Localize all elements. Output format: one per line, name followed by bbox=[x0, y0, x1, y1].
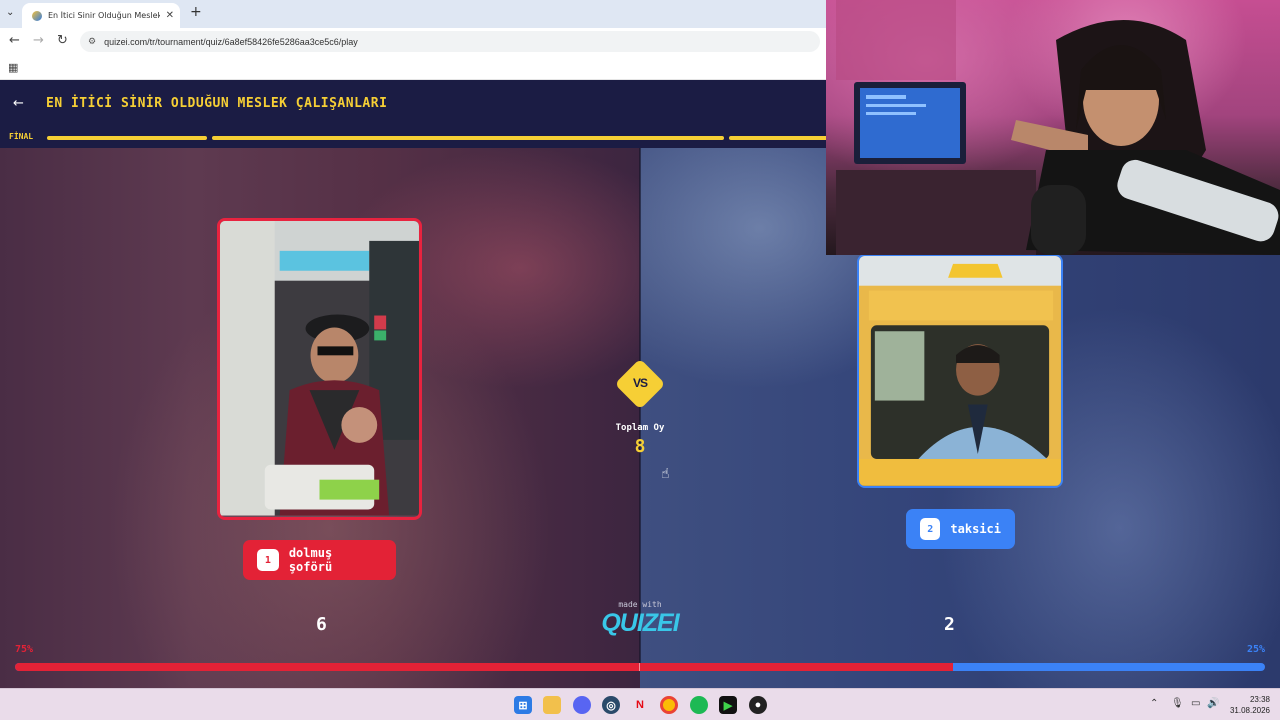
left-candidate-name-button[interactable]: 1 dolmuş şoförü bbox=[243, 540, 396, 580]
close-tab-icon[interactable]: ✕ bbox=[166, 10, 174, 21]
new-tab-plus-icon[interactable]: + bbox=[190, 4, 202, 20]
system-clock[interactable]: 23:38 31.08.2026 bbox=[1230, 694, 1270, 716]
reload-icon[interactable]: ↻ bbox=[57, 33, 68, 48]
left-candidate-image[interactable] bbox=[217, 218, 422, 520]
left-candidate-name: dolmuş şoförü bbox=[288, 546, 333, 574]
round-progress-segment bbox=[47, 136, 207, 140]
screen: ⌄ En İtici Sinir Olduğun Meslek Ç ✕ + ← … bbox=[0, 0, 1280, 720]
back-arrow-icon[interactable]: ← bbox=[9, 33, 20, 48]
quiz-title: EN İTİCİ SİNİR OLDUĞUN MESLEK ÇALIŞANLAR… bbox=[46, 96, 388, 111]
made-with-label: made with bbox=[618, 600, 662, 609]
round-label: FİNAL bbox=[9, 132, 34, 141]
vote-bar-midpoint bbox=[639, 663, 640, 671]
tab-title: En İtici Sinir Olduğun Meslek Ç bbox=[48, 11, 160, 20]
browser-tab[interactable]: En İtici Sinir Olduğun Meslek Ç ✕ bbox=[22, 3, 180, 28]
dolmus-driver-photo bbox=[220, 221, 419, 516]
favicon-icon bbox=[32, 10, 42, 21]
forward-arrow-icon[interactable]: → bbox=[33, 33, 44, 48]
clock-date: 31.08.2026 bbox=[1229, 706, 1270, 715]
chrome-icon[interactable] bbox=[660, 696, 678, 714]
total-votes-label: Toplam Oy bbox=[615, 423, 665, 433]
round-progress-segment bbox=[729, 136, 829, 140]
spotify-icon[interactable] bbox=[690, 696, 708, 714]
total-votes-value: 8 bbox=[634, 436, 646, 457]
left-candidate-index: 1 bbox=[257, 549, 279, 571]
taskbar: ⊞ ◎ N ▶ ● ⌃ 🎙 ▭ 🔊 23:38 31.08.2026 bbox=[0, 688, 1280, 720]
right-vote-count: 2 bbox=[944, 614, 955, 635]
terminal-icon[interactable]: ▶ bbox=[719, 696, 737, 714]
clock-time: 23:38 bbox=[1249, 695, 1270, 704]
right-candidate-index: 2 bbox=[920, 518, 941, 540]
display-icon[interactable]: ▭ bbox=[1191, 698, 1200, 709]
right-candidate-image[interactable] bbox=[857, 254, 1063, 488]
mouse-cursor-icon: ☝ bbox=[661, 466, 670, 482]
right-candidate-name-button[interactable]: 2 taksici bbox=[906, 509, 1015, 549]
url-bar[interactable]: ⚙ quizei.com/tr/tournament/quiz/6a8ef584… bbox=[80, 31, 820, 52]
tray-chevron-icon[interactable]: ⌃ bbox=[1150, 698, 1158, 709]
volume-icon[interactable]: 🔊 bbox=[1207, 698, 1219, 709]
taxi-driver-photo bbox=[859, 256, 1061, 486]
discord-icon[interactable] bbox=[573, 696, 591, 714]
left-vote-percent: 75% bbox=[15, 644, 34, 655]
windows-start-icon[interactable]: ⊞ bbox=[514, 696, 532, 714]
app-icon[interactable]: ◎ bbox=[602, 696, 620, 714]
streamer-webcam-feed bbox=[836, 0, 1280, 255]
tab-list-chevron-icon[interactable]: ⌄ bbox=[6, 7, 14, 18]
file-explorer-icon[interactable] bbox=[543, 696, 561, 714]
url-text[interactable]: quizei.com/tr/tournament/quiz/6a8ef58426… bbox=[104, 37, 358, 47]
left-vote-count: 6 bbox=[316, 614, 327, 635]
apps-grid-icon[interactable]: ▦ bbox=[8, 61, 18, 74]
right-candidate-name: taksici bbox=[950, 522, 1001, 536]
netflix-icon[interactable]: N bbox=[631, 696, 649, 714]
microphone-icon[interactable]: 🎙 bbox=[1171, 698, 1184, 709]
left-vote-share-fill bbox=[15, 663, 953, 671]
steam-icon[interactable]: ● bbox=[749, 696, 767, 714]
right-vote-percent: 25% bbox=[1246, 644, 1265, 655]
site-info-icon[interactable]: ⚙ bbox=[88, 37, 96, 47]
center-divider bbox=[639, 148, 641, 668]
vote-share-bar bbox=[15, 663, 1265, 671]
back-arrow-icon[interactable]: ← bbox=[13, 96, 24, 111]
webcam-overlay bbox=[826, 0, 1280, 255]
vs-label: VS bbox=[632, 376, 648, 390]
quizei-logo[interactable]: QUIZEI bbox=[590, 609, 690, 638]
round-progress-segment bbox=[212, 136, 724, 140]
